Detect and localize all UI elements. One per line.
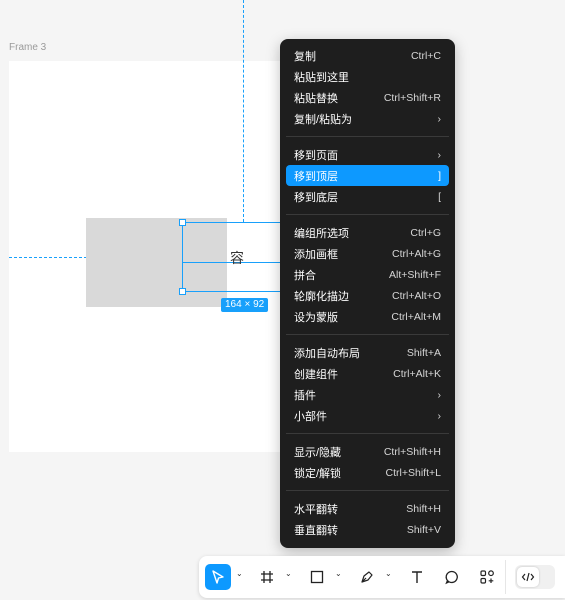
context-menu-item[interactable]: 移到顶层]	[286, 165, 449, 186]
menu-separator	[286, 490, 449, 491]
size-badge: 164 × 92	[221, 298, 269, 312]
resize-handle-top-left[interactable]	[179, 219, 186, 226]
context-menu-item[interactable]: 编组所选项 Ctrl+G	[286, 222, 449, 243]
chevron-down-icon[interactable]: ⌄	[285, 569, 292, 578]
context-menu-item[interactable]: 小部件 ›	[286, 405, 449, 426]
menu-item-shortcut: Ctrl+Alt+M	[391, 310, 441, 323]
context-menu-item[interactable]: 复制/粘贴为 ›	[286, 108, 449, 129]
menu-item-shortcut: Shift+H	[406, 502, 441, 515]
menu-item-label: 显示/隐藏	[294, 446, 342, 459]
context-menu-item[interactable]: 轮廓化描边 Ctrl+Alt+O	[286, 285, 449, 306]
menu-item-shortcut: Ctrl+G	[410, 226, 441, 239]
menu-item-shortcut: Shift+A	[406, 346, 441, 359]
context-menu-item[interactable]: 移到底层 [	[286, 186, 449, 207]
rectangle-icon	[310, 570, 324, 584]
menu-item-shortcut: ]	[438, 169, 441, 182]
frame-icon	[261, 571, 273, 583]
context-menu-item[interactable]: 设为蒙版 Ctrl+Alt+M	[286, 306, 449, 327]
menu-item-label: 插件	[294, 389, 316, 402]
chevron-down-icon[interactable]: ⌄	[335, 569, 342, 578]
context-menu-item[interactable]: 复制 Ctrl+C	[286, 45, 449, 66]
menu-item-shortcut: Ctrl+Alt+K	[393, 367, 441, 380]
chevron-right-icon: ›	[437, 409, 442, 422]
menu-item-label: 小部件	[294, 410, 327, 423]
text-icon	[412, 571, 422, 583]
resize-handle-bottom-left[interactable]	[179, 288, 186, 295]
context-menu-item[interactable]: 粘贴到这里	[286, 66, 449, 87]
menu-item-label: 添加画框	[294, 248, 338, 261]
menu-item-label: 创建组件	[294, 368, 338, 381]
context-menu-item[interactable]: 创建组件 Ctrl+Alt+K	[286, 363, 449, 384]
menu-item-shortcut: Shift+V	[406, 523, 441, 536]
toolbar-divider	[505, 560, 506, 594]
menu-item-shortcut: [	[438, 190, 441, 203]
comment-tool-button[interactable]	[440, 564, 464, 590]
menu-item-label: 粘贴到这里	[294, 71, 349, 84]
chevron-right-icon: ›	[437, 388, 442, 401]
context-menu-item[interactable]: 垂直翻转 Shift+V	[286, 519, 449, 540]
menu-item-shortcut: Ctrl+Shift+H	[383, 445, 441, 458]
menu-item-label: 复制	[294, 50, 316, 63]
pen-tool-button[interactable]	[355, 564, 379, 590]
text-layer[interactable]: 容	[230, 248, 244, 268]
menu-item-shortcut: Ctrl+C	[410, 49, 441, 62]
menu-item-shortcut: Ctrl+Shift+L	[385, 466, 441, 479]
context-menu-item[interactable]: 显示/隐藏 Ctrl+Shift+H	[286, 441, 449, 462]
context-menu: 复制 Ctrl+C 粘贴到这里 粘贴替换 Ctrl+Shift+R 复制/粘贴为 › 移到页面…	[280, 39, 455, 548]
context-menu-item[interactable]: 插件 ›	[286, 384, 449, 405]
menu-item-label: 拼合	[294, 269, 316, 282]
pen-icon	[361, 571, 373, 583]
menu-item-shortcut: Alt+Shift+F	[389, 268, 441, 281]
canvas[interactable]: Frame 3 容 164 × 92 复制 Ctrl+C 粘贴到这里粘贴替换 Ctrl…	[0, 0, 565, 600]
actions-tool-button[interactable]	[475, 564, 499, 590]
context-menu-item[interactable]: 拼合 Alt+Shift+F	[286, 264, 449, 285]
menu-item-shortcut: Ctrl+Alt+G	[391, 247, 441, 260]
alignment-guide-vertical	[243, 0, 244, 222]
code-icon	[517, 567, 539, 587]
menu-separator	[286, 334, 449, 335]
menu-item-label: 锁定/解锁	[294, 467, 342, 480]
cursor-icon	[212, 570, 224, 584]
menu-separator	[286, 136, 449, 137]
menu-item-label: 设为蒙版	[294, 311, 338, 324]
context-menu-item[interactable]: 水平翻转 Shift+H	[286, 498, 449, 519]
frame-tool-button[interactable]	[255, 564, 279, 590]
dev-mode-toggle[interactable]	[515, 565, 555, 589]
chevron-right-icon: ›	[437, 148, 442, 161]
menu-item-label: 水平翻转	[294, 503, 338, 516]
components-icon	[480, 570, 494, 584]
chevron-down-icon[interactable]: ⌄	[236, 569, 243, 578]
menu-item-label: 移到页面	[294, 149, 338, 162]
menu-item-label: 移到底层	[294, 191, 338, 204]
context-menu-item[interactable]: 粘贴替换 Ctrl+Shift+R	[286, 87, 449, 108]
menu-item-label: 编组所选项	[294, 227, 349, 240]
menu-item-label: 轮廓化描边	[294, 290, 349, 303]
menu-item-shortcut: Ctrl+Alt+O	[391, 289, 441, 302]
chevron-down-icon[interactable]: ⌄	[385, 569, 392, 578]
chevron-right-icon: ›	[437, 112, 442, 125]
context-menu-item[interactable]: 添加画框 Ctrl+Alt+G	[286, 243, 449, 264]
menu-item-shortcut: Ctrl+Shift+R	[383, 91, 441, 104]
move-tool-button[interactable]	[205, 564, 231, 590]
menu-item-label: 粘贴替换	[294, 92, 338, 105]
text-tool-button[interactable]	[405, 564, 429, 590]
context-menu-item[interactable]: 移到页面 ›	[286, 144, 449, 165]
context-menu-item[interactable]: 添加自动布局 Shift+A	[286, 342, 449, 363]
frame-label[interactable]: Frame 3	[9, 42, 46, 53]
shape-tool-button[interactable]	[305, 564, 329, 590]
menu-item-label: 复制/粘贴为	[294, 113, 353, 126]
menu-item-label: 添加自动布局	[294, 347, 360, 360]
menu-item-label: 移到顶层	[294, 170, 338, 183]
bottom-toolbar: ⌄ ⌄ ⌄ ⌄	[199, 556, 565, 598]
menu-separator	[286, 433, 449, 434]
context-menu-item[interactable]: 锁定/解锁 Ctrl+Shift+L	[286, 462, 449, 483]
menu-item-label: 垂直翻转	[294, 524, 338, 537]
menu-separator	[286, 214, 449, 215]
comment-icon	[445, 570, 458, 585]
